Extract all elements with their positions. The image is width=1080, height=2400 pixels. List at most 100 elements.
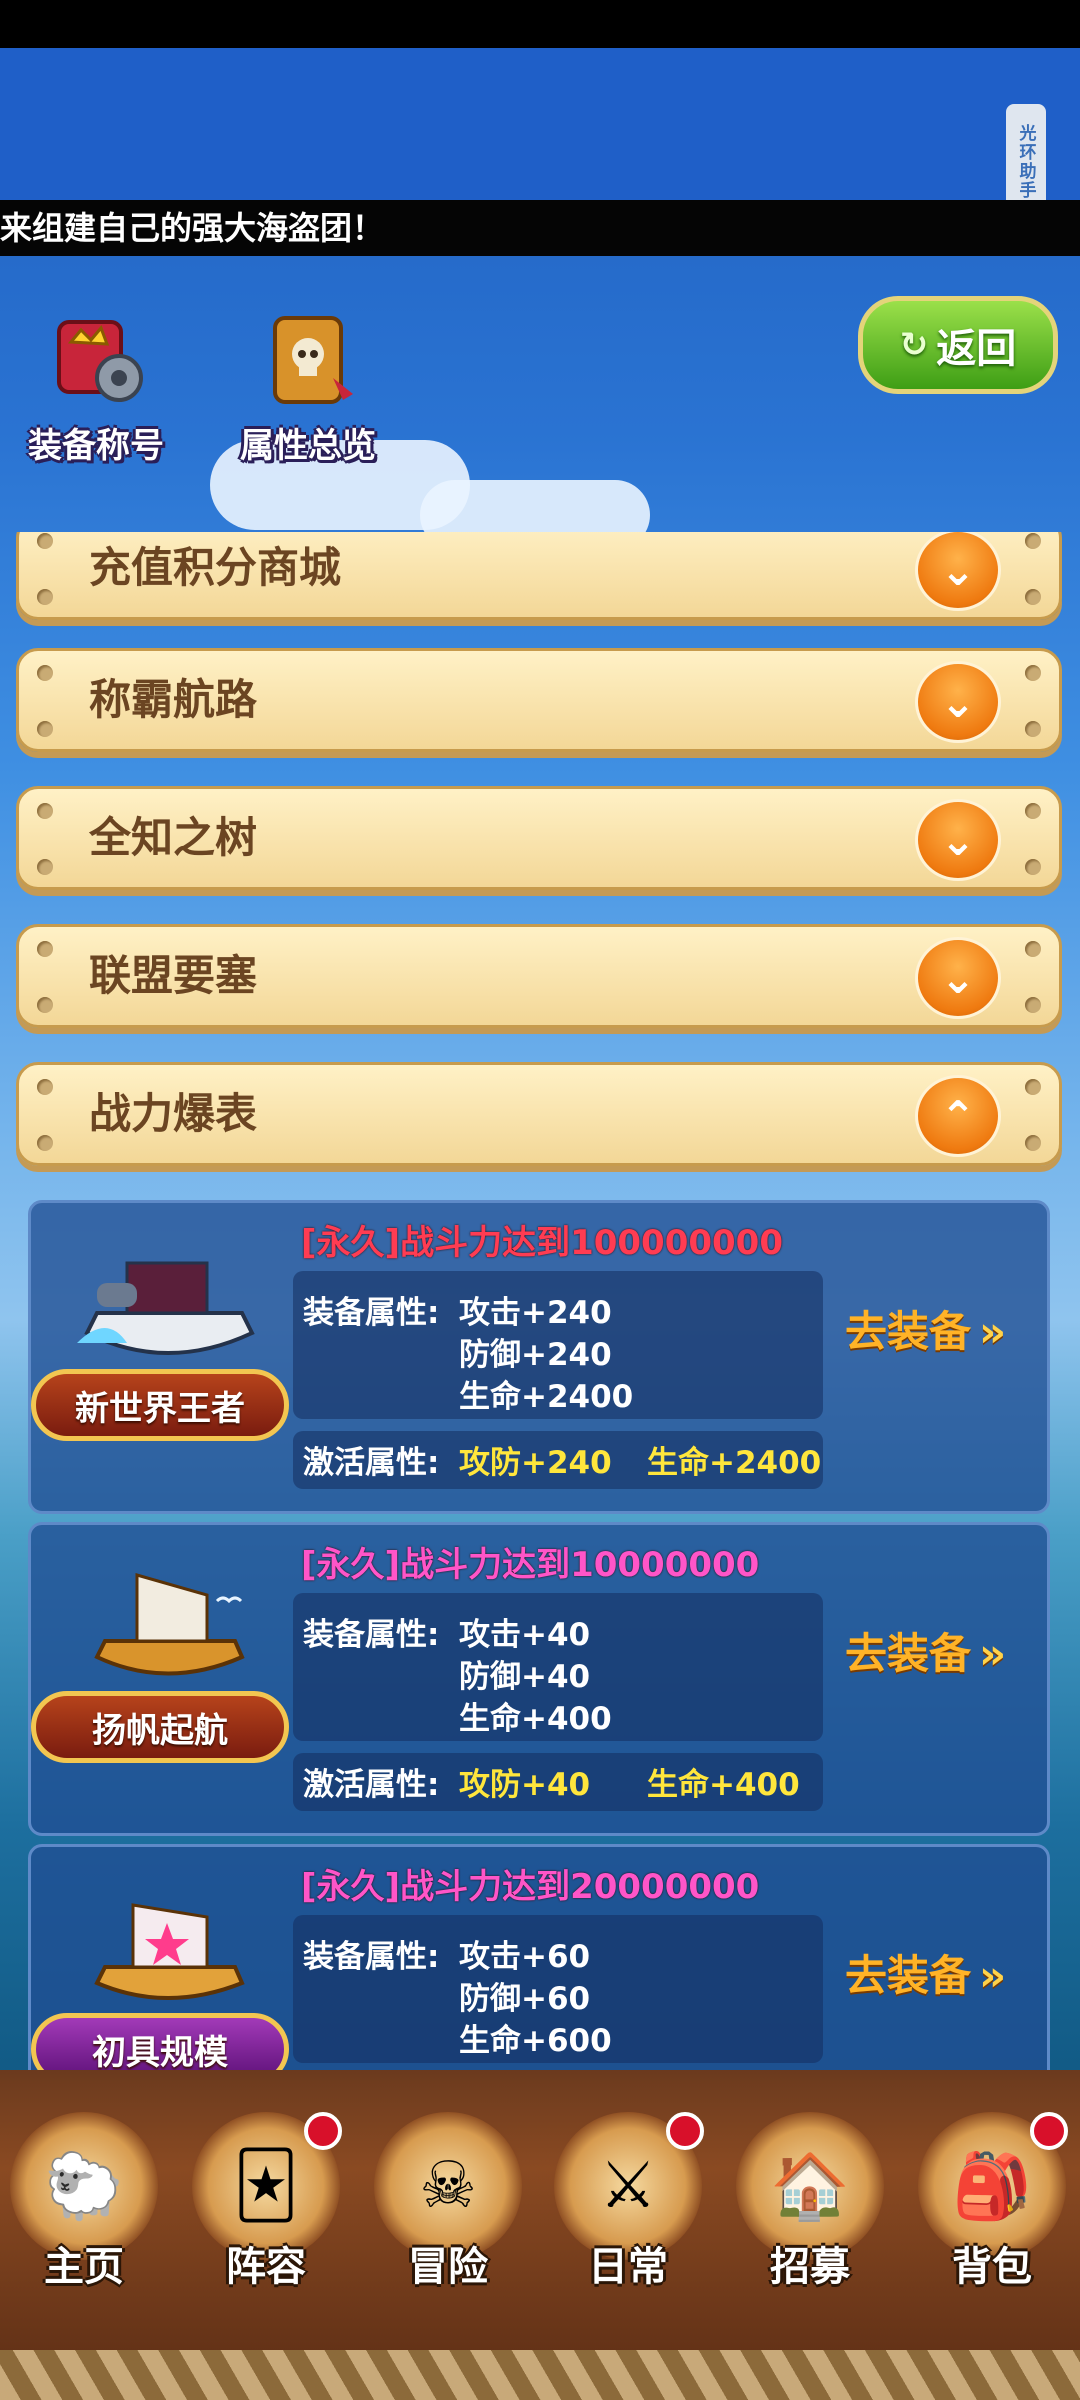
rivet xyxy=(37,721,53,737)
rivet xyxy=(37,1135,53,1151)
activate-atkdef: 攻防+240 xyxy=(459,1445,612,1481)
notification-dot xyxy=(304,2112,342,2150)
go-equip-button[interactable]: 去装备» xyxy=(845,1298,1006,1359)
stat-defense: 防御+60 xyxy=(459,1981,591,2017)
category-bar[interactable]: 全知之树 ⌄ xyxy=(16,786,1062,890)
activate-label: 激活属性: xyxy=(303,1445,440,1481)
nav-lineup[interactable]: 🃏 阵容 xyxy=(186,2112,346,2312)
go-equip-button[interactable]: 去装备» xyxy=(845,1942,1006,2003)
rivet xyxy=(1025,665,1041,681)
rivet xyxy=(1025,859,1041,875)
announcement-marquee: 来组建自己的强大海盗团！ xyxy=(0,200,1080,256)
go-equip-label: 去装备 xyxy=(845,1951,972,2000)
stat-attack: 攻击+40 xyxy=(459,1617,591,1653)
chevron-down-icon[interactable]: ⌄ xyxy=(915,532,1001,611)
rivet xyxy=(37,997,53,1013)
stat-attack: 攻击+240 xyxy=(459,1295,612,1331)
activate-hp: 生命+400 xyxy=(647,1767,800,1803)
category-bar[interactable]: 称霸航路 ⌄ xyxy=(16,648,1062,752)
marquee-text: 来组建自己的强大海盗团！ xyxy=(0,209,385,247)
notification-dot xyxy=(1030,2112,1068,2150)
double-chevron-right-icon: » xyxy=(979,1307,1007,1356)
equip-title-button[interactable]: 装备称号 xyxy=(16,308,176,467)
category-bar-expanded[interactable]: 战力爆表 ⌃ xyxy=(16,1062,1062,1166)
category-bar[interactable]: 联盟要塞 ⌄ xyxy=(16,924,1062,1028)
equip-title-icon xyxy=(41,308,151,418)
equip-stats-label: 装备属性: xyxy=(303,1617,440,1653)
rivet xyxy=(37,941,53,957)
requirement-text: [永久]战斗力达到20000000 xyxy=(301,1867,760,1907)
rivet xyxy=(37,589,53,605)
activate-atkdef: 攻防+40 xyxy=(459,1767,591,1803)
category-bar[interactable]: 充值积分商城 ⌄ xyxy=(16,532,1062,620)
rivet xyxy=(1025,803,1041,819)
nav-home[interactable]: 🐑 主页 xyxy=(4,2112,164,2312)
activate-hp: 生命+2400 xyxy=(647,1445,822,1481)
back-button-label: 返回 xyxy=(936,326,1017,372)
nav-label: 主页 xyxy=(44,2244,124,2290)
title-card: 新世界王者 [永久]战斗力达到100000000 装备属性: 攻击+240 防御… xyxy=(28,1200,1050,1514)
nav-label: 招募 xyxy=(770,2244,850,2290)
stat-hp: 生命+400 xyxy=(459,1701,612,1737)
stat-defense: 防御+240 xyxy=(459,1337,612,1373)
equip-stats-label: 装备属性: xyxy=(303,1939,440,1975)
stat-attack: 攻击+60 xyxy=(459,1939,591,1975)
double-chevron-right-icon: » xyxy=(979,1951,1007,2000)
rope-decoration xyxy=(0,2350,1080,2400)
top-sky xyxy=(0,48,1080,200)
nav-label: 背包 xyxy=(952,2244,1032,2290)
title-card: 扬帆起航 [永久]战斗力达到10000000 装备属性: 攻击+40 防御+40… xyxy=(28,1522,1050,1836)
activate-label: 激活属性: xyxy=(303,1767,440,1803)
chevron-down-icon[interactable]: ⌄ xyxy=(915,937,1001,1019)
nav-label: 冒险 xyxy=(408,2244,488,2290)
go-equip-button[interactable]: 去装备» xyxy=(845,1620,1006,1681)
title-badge: 扬帆起航 xyxy=(31,1691,289,1763)
stat-hp: 生命+2400 xyxy=(459,1379,634,1415)
rivet xyxy=(37,859,53,875)
ship-icon xyxy=(67,1243,267,1373)
rivet xyxy=(37,533,53,549)
rivet xyxy=(1025,1135,1041,1151)
stat-defense: 防御+40 xyxy=(459,1659,591,1695)
category-label: 充值积分商城 xyxy=(89,543,342,592)
chevron-up-icon[interactable]: ⌃ xyxy=(915,1075,1001,1157)
nav-label: 阵容 xyxy=(226,2244,306,2290)
rivet xyxy=(1025,997,1041,1013)
attribute-overview-button[interactable]: 属性总览 xyxy=(228,308,388,467)
attribute-book-icon xyxy=(253,308,363,418)
rivet xyxy=(1025,1079,1041,1095)
attribute-overview-label: 属性总览 xyxy=(240,426,376,466)
nav-recruit[interactable]: 🏠 招募 xyxy=(730,2112,890,2312)
nav-daily[interactable]: ⚔ 日常 xyxy=(548,2112,708,2312)
equip-title-label: 装备称号 xyxy=(28,426,164,466)
category-label: 全知之树 xyxy=(89,813,258,862)
rivet xyxy=(37,1079,53,1095)
chevron-down-icon[interactable]: ⌄ xyxy=(915,661,1001,743)
requirement-text: [永久]战斗力达到10000000 xyxy=(301,1545,760,1585)
nav-label: 日常 xyxy=(588,2244,668,2290)
category-label: 战力爆表 xyxy=(89,1089,258,1138)
title-list[interactable]: 充值积分商城 ⌄ 称霸航路 ⌄ 全知之树 ⌄ 联盟要塞 ⌄ 战力爆表 ⌃ 新世界… xyxy=(0,532,1080,2070)
chevron-down-icon[interactable]: ⌄ xyxy=(915,799,1001,881)
stat-hp: 生命+600 xyxy=(459,2023,612,2059)
go-equip-label: 去装备 xyxy=(845,1307,972,1356)
category-label: 联盟要塞 xyxy=(89,951,258,1000)
go-equip-label: 去装备 xyxy=(845,1629,972,1678)
return-arrow-icon: ↻ xyxy=(899,325,929,365)
double-chevron-right-icon: » xyxy=(979,1629,1007,1678)
rivet xyxy=(1025,533,1041,549)
requirement-text: [永久]战斗力达到100000000 xyxy=(301,1223,783,1263)
ship-icon xyxy=(67,1887,267,2017)
title-badge: 初具规模 xyxy=(31,2013,289,2070)
rivet xyxy=(37,665,53,681)
rivet xyxy=(1025,589,1041,605)
notification-dot xyxy=(666,2112,704,2150)
category-label: 称霸航路 xyxy=(89,675,258,724)
rivet xyxy=(1025,941,1041,957)
title-card: 初具规模 [永久]战斗力达到20000000 装备属性: 攻击+60 防御+60… xyxy=(28,1844,1050,2070)
rivet xyxy=(1025,721,1041,737)
nav-backpack[interactable]: 🎒 背包 xyxy=(912,2112,1072,2312)
back-button[interactable]: ↻ 返回 xyxy=(858,296,1058,394)
equip-stats-label: 装备属性: xyxy=(303,1295,440,1331)
nav-adventure[interactable]: ☠ 冒险 xyxy=(368,2112,528,2312)
